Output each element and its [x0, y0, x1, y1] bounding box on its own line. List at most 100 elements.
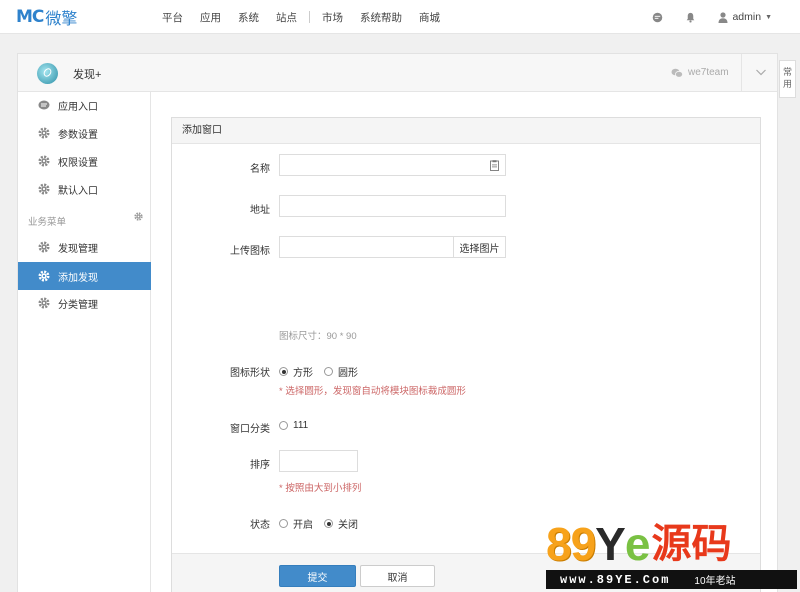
select-image-button[interactable]: 选择图片 — [454, 236, 506, 258]
watermark-cn: 源码 — [651, 521, 732, 567]
sidebar-item-params[interactable]: 参数设置 — [18, 120, 151, 146]
user-menu[interactable]: admin ▼ — [718, 11, 772, 23]
watermark-digits: 89 — [546, 518, 596, 570]
upload-input[interactable] — [280, 237, 453, 257]
sidebar: 应用入口 参数设置 权限设置 默认入口 业务菜单 发现管理 添加发现 分类管理 — [18, 92, 151, 592]
sidebar-item-add-discover[interactable]: 添加发现 — [18, 262, 151, 290]
main-panel: 发现+ we7team 应用入口 参数设置 权限设置 默认入口 业务菜单 发现管… — [17, 53, 778, 592]
team-name: we7team — [688, 67, 729, 78]
cancel-button[interactable]: 取消 — [360, 565, 435, 587]
sidebar-group-business: 业务菜单 — [28, 212, 143, 228]
sort-help: * 按照由大到小排列 — [279, 483, 362, 494]
chevron-down-icon[interactable] — [755, 66, 767, 81]
category-label: 窗口分类 — [230, 424, 270, 435]
status-off-label[interactable]: 关闭 — [338, 516, 358, 531]
address-field[interactable] — [279, 195, 506, 217]
category-111-label[interactable]: 111 — [293, 420, 308, 431]
watermark-slogan: 10年老站 — [694, 576, 736, 587]
sidebar-item-label: 应用入口 — [58, 101, 98, 113]
address-label: 地址 — [250, 205, 270, 216]
status-on-radio[interactable] — [279, 519, 288, 528]
submit-button[interactable]: 提交 — [279, 565, 356, 587]
shape-radio-group: 方形 圆形 — [279, 364, 369, 379]
watermark-url: www.89YE.Com — [560, 572, 671, 587]
gear-icon[interactable] — [134, 212, 143, 224]
sidebar-item-label: 权限设置 — [58, 157, 98, 169]
nav-item-market[interactable]: 市场 — [322, 10, 343, 25]
nav-item-help[interactable]: 系统帮助 — [360, 10, 402, 25]
watermark-e: e — [624, 518, 651, 570]
status-radio-group: 开启 关闭 — [279, 516, 369, 531]
sidebar-item-permissions[interactable]: 权限设置 — [18, 148, 151, 174]
panel-header: 发现+ we7team — [18, 54, 777, 92]
sidebar-item-label: 分类管理 — [58, 299, 98, 311]
nav-right: admin ▼ — [652, 0, 772, 34]
sidebar-item-label: 参数设置 — [58, 129, 98, 141]
shape-circle-label[interactable]: 圆形 — [338, 364, 358, 379]
sidebar-item-label: 默认入口 — [58, 185, 98, 197]
wechat-icon — [671, 68, 683, 78]
user-icon — [718, 11, 728, 23]
watermark-title: 89 Y e 源码 — [546, 518, 797, 570]
shape-circle-radio[interactable] — [324, 367, 333, 376]
nav-item-system[interactable]: 系统 — [238, 10, 259, 25]
clipboard-icon — [490, 160, 499, 174]
message-icon[interactable] — [652, 12, 663, 23]
gear-icon — [38, 241, 50, 253]
category-checkbox-group: 111 — [279, 420, 319, 431]
status-label: 状态 — [250, 520, 270, 531]
status-off-radio[interactable] — [324, 519, 333, 528]
status-on-label[interactable]: 开启 — [293, 516, 313, 531]
sidebar-item-discover-manage[interactable]: 发现管理 — [18, 234, 151, 260]
chevron-down-icon: ▼ — [765, 13, 772, 21]
sidebar-item-entry[interactable]: 应用入口 — [18, 92, 151, 118]
sidebar-item-label: 添加发现 — [58, 272, 98, 284]
name-label: 名称 — [250, 164, 270, 175]
gear-icon — [38, 270, 50, 282]
comment-icon — [38, 99, 50, 111]
gear-icon — [38, 183, 50, 195]
sidebar-item-default-entry[interactable]: 默认入口 — [18, 176, 151, 202]
top-navbar: MC 微擎 平台 应用 系统 站点 市场 系统帮助 商城 admin ▼ — [0, 0, 800, 34]
module-avatar — [37, 63, 58, 84]
brand-logo[interactable]: MC 微擎 — [16, 7, 78, 28]
nav-item-platform[interactable]: 平台 — [162, 10, 183, 25]
sidebar-group-label: 业务菜单 — [28, 217, 67, 228]
address-input[interactable] — [280, 196, 505, 216]
upload-field[interactable] — [279, 236, 454, 258]
watermark-logo: 89 Y e 源码 www.89YE.Com 10年老站 — [546, 518, 797, 589]
nav-divider — [309, 11, 310, 23]
header-divider — [741, 54, 742, 92]
brand-name: 微擎 — [45, 9, 78, 28]
gear-icon — [38, 155, 50, 167]
shape-square-radio[interactable] — [279, 367, 288, 376]
sort-input[interactable] — [280, 451, 357, 471]
sort-label: 排序 — [250, 460, 270, 471]
upload-label: 上传图标 — [230, 246, 270, 257]
gear-icon — [38, 127, 50, 139]
watermark-bar: www.89YE.Com 10年老站 — [546, 570, 797, 589]
icon-size-help: 图标尺寸：90 * 90 — [279, 331, 357, 342]
sidebar-item-category-manage[interactable]: 分类管理 — [18, 290, 151, 316]
category-111-checkbox[interactable] — [279, 421, 288, 430]
sidetab-common[interactable]: 常用 — [779, 60, 796, 98]
shape-square-label[interactable]: 方形 — [293, 364, 313, 379]
nav-item-store[interactable]: 商城 — [419, 10, 440, 25]
name-field[interactable] — [279, 154, 506, 176]
nav-item-site[interactable]: 站点 — [276, 10, 297, 25]
gear-icon — [38, 297, 50, 309]
module-title: 发现+ — [73, 69, 102, 81]
form-title: 添加窗口 — [172, 118, 760, 144]
name-input[interactable] — [280, 155, 505, 175]
brand-mark: MC — [16, 7, 44, 27]
user-name: admin — [732, 11, 762, 23]
bell-icon[interactable] — [685, 12, 696, 23]
sidebar-item-label: 发现管理 — [58, 243, 98, 255]
shape-label: 图标形状 — [230, 368, 270, 379]
sort-field[interactable] — [279, 450, 358, 472]
nav-item-apps[interactable]: 应用 — [200, 10, 221, 25]
watermark-y: Y — [595, 518, 626, 570]
team-label: we7team — [671, 67, 729, 78]
main-nav: 平台 应用 系统 站点 市场 系统帮助 商城 — [162, 0, 457, 34]
shape-help: * 选择圆形，发现窗自动将模块图标裁成圆形 — [279, 386, 466, 397]
